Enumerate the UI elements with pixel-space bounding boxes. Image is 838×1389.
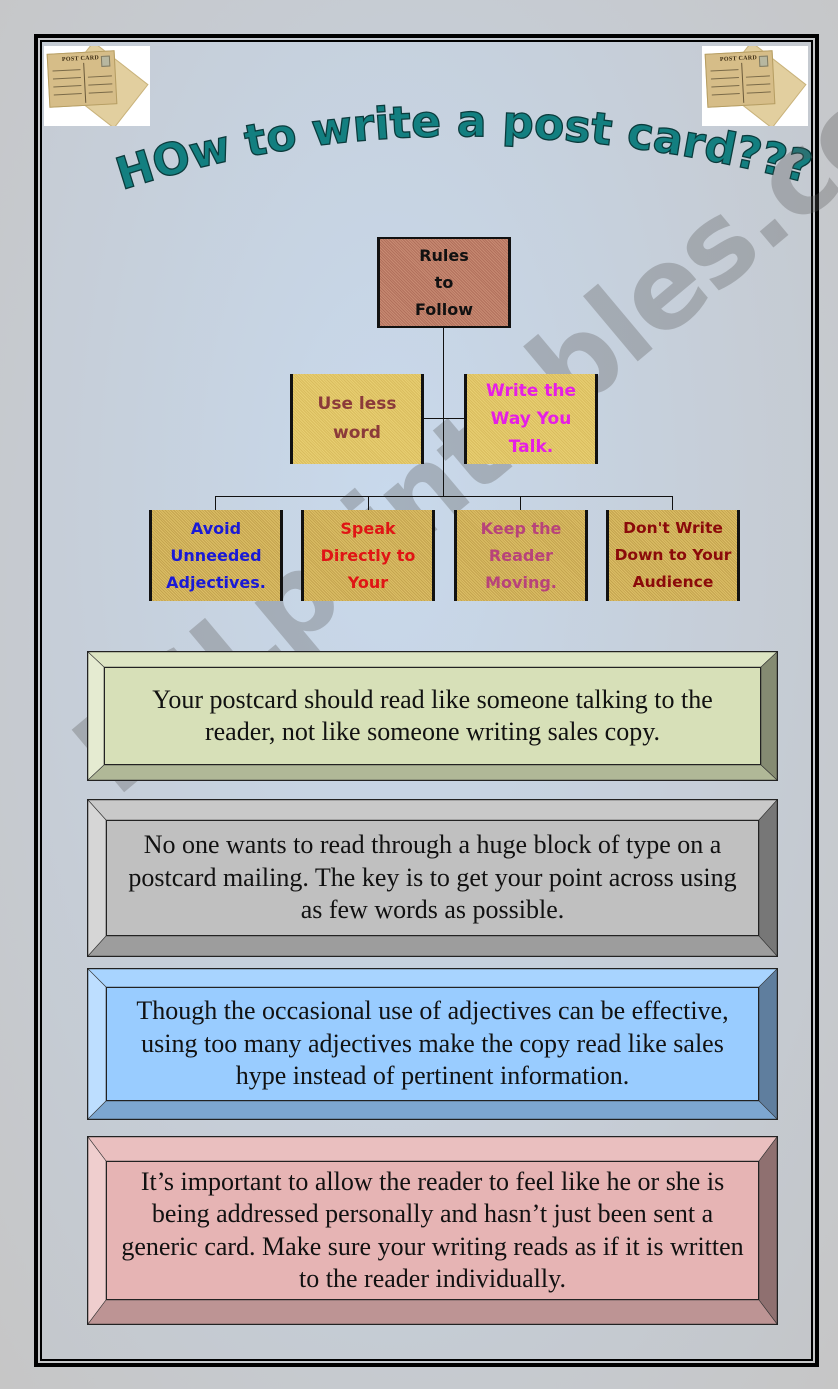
org-node-keep-reader-moving: Keep the Reader Moving. [454,510,588,601]
stamp-icon [758,55,769,67]
node-line: Talk. [508,437,554,457]
bevel-right [758,800,777,956]
bevel-top [88,800,777,821]
node-line: Follow [414,300,473,319]
tip-box: Your postcard should read like someone t… [87,651,778,781]
bevel-top [88,652,777,668]
node-line: Moving. [485,573,557,592]
connector-drop [368,496,369,510]
tip-box: It’s important to allow the reader to fe… [87,1136,778,1325]
stamp-icon [100,55,111,67]
postcard-label: POST CARD [719,55,758,64]
tip-box: No one wants to read through a huge bloc… [87,799,778,957]
tip-text: It’s important to allow the reader to fe… [106,1161,759,1300]
node-line: Speak [340,519,396,538]
org-node-use-less-word: Use less word [290,374,424,464]
node-line: Don't Write [623,519,723,537]
node-line: Directly to [320,546,416,565]
node-line: Unneeded [170,546,262,565]
tip-text: Your postcard should read like someone t… [104,667,761,765]
org-node-root: Rules to Follow [377,237,511,328]
node-line: Write the [486,381,576,401]
node-line: Way You [490,409,572,429]
bevel-bottom [88,1299,777,1324]
connector-drop [520,496,521,510]
bevel-left [88,652,105,780]
bevel-right [758,969,777,1119]
connector-level1 [423,418,466,419]
tip-text: Though the occasional use of adjectives … [106,987,759,1101]
node-line: Adjectives. [166,573,266,592]
bevel-top [88,969,777,988]
node-line: Use less [317,394,397,414]
bevel-bottom [88,1100,777,1119]
connector-drop [672,496,673,510]
postcard-label: POST CARD [61,55,100,64]
connector-drop [215,496,216,510]
org-node-write-the-way-you-talk: Write the Way You Talk. [464,374,598,464]
org-node-speak-directly: Speak Directly to Your [301,510,435,601]
node-line: to [434,273,454,292]
bevel-right [760,652,777,780]
tip-text: No one wants to read through a huge bloc… [106,820,759,936]
bevel-top [88,1137,777,1162]
node-line: Audience [632,573,714,591]
org-node-avoid-unneeded-adjectives: Avoid Unneeded Adjectives. [149,510,283,601]
bevel-bottom [88,764,777,780]
node-line: Your [347,573,389,592]
node-line: word [333,423,381,443]
tip-box: Though the occasional use of adjectives … [87,968,778,1120]
node-line: Reader [488,546,554,565]
page-title: HOw to write a post card??? [109,95,818,201]
connector-root-vertical [443,328,444,496]
node-line: Keep the [480,519,562,538]
bevel-left [88,969,107,1119]
org-node-dont-write-down: Don't Write Down to Your Audience [606,510,740,601]
node-line: Avoid [190,519,242,538]
node-line: Rules [419,246,469,265]
page-title-text: HOw to write a post card??? [109,95,818,201]
bevel-right [758,1137,777,1324]
connector-level2-horizontal [215,496,673,497]
svg-text:HOw to write a post card???: HOw to write a post card??? [110,96,817,200]
bevel-bottom [88,935,777,956]
bevel-left [88,1137,107,1324]
bevel-left [88,800,107,956]
node-line: Down to Your [614,546,732,564]
